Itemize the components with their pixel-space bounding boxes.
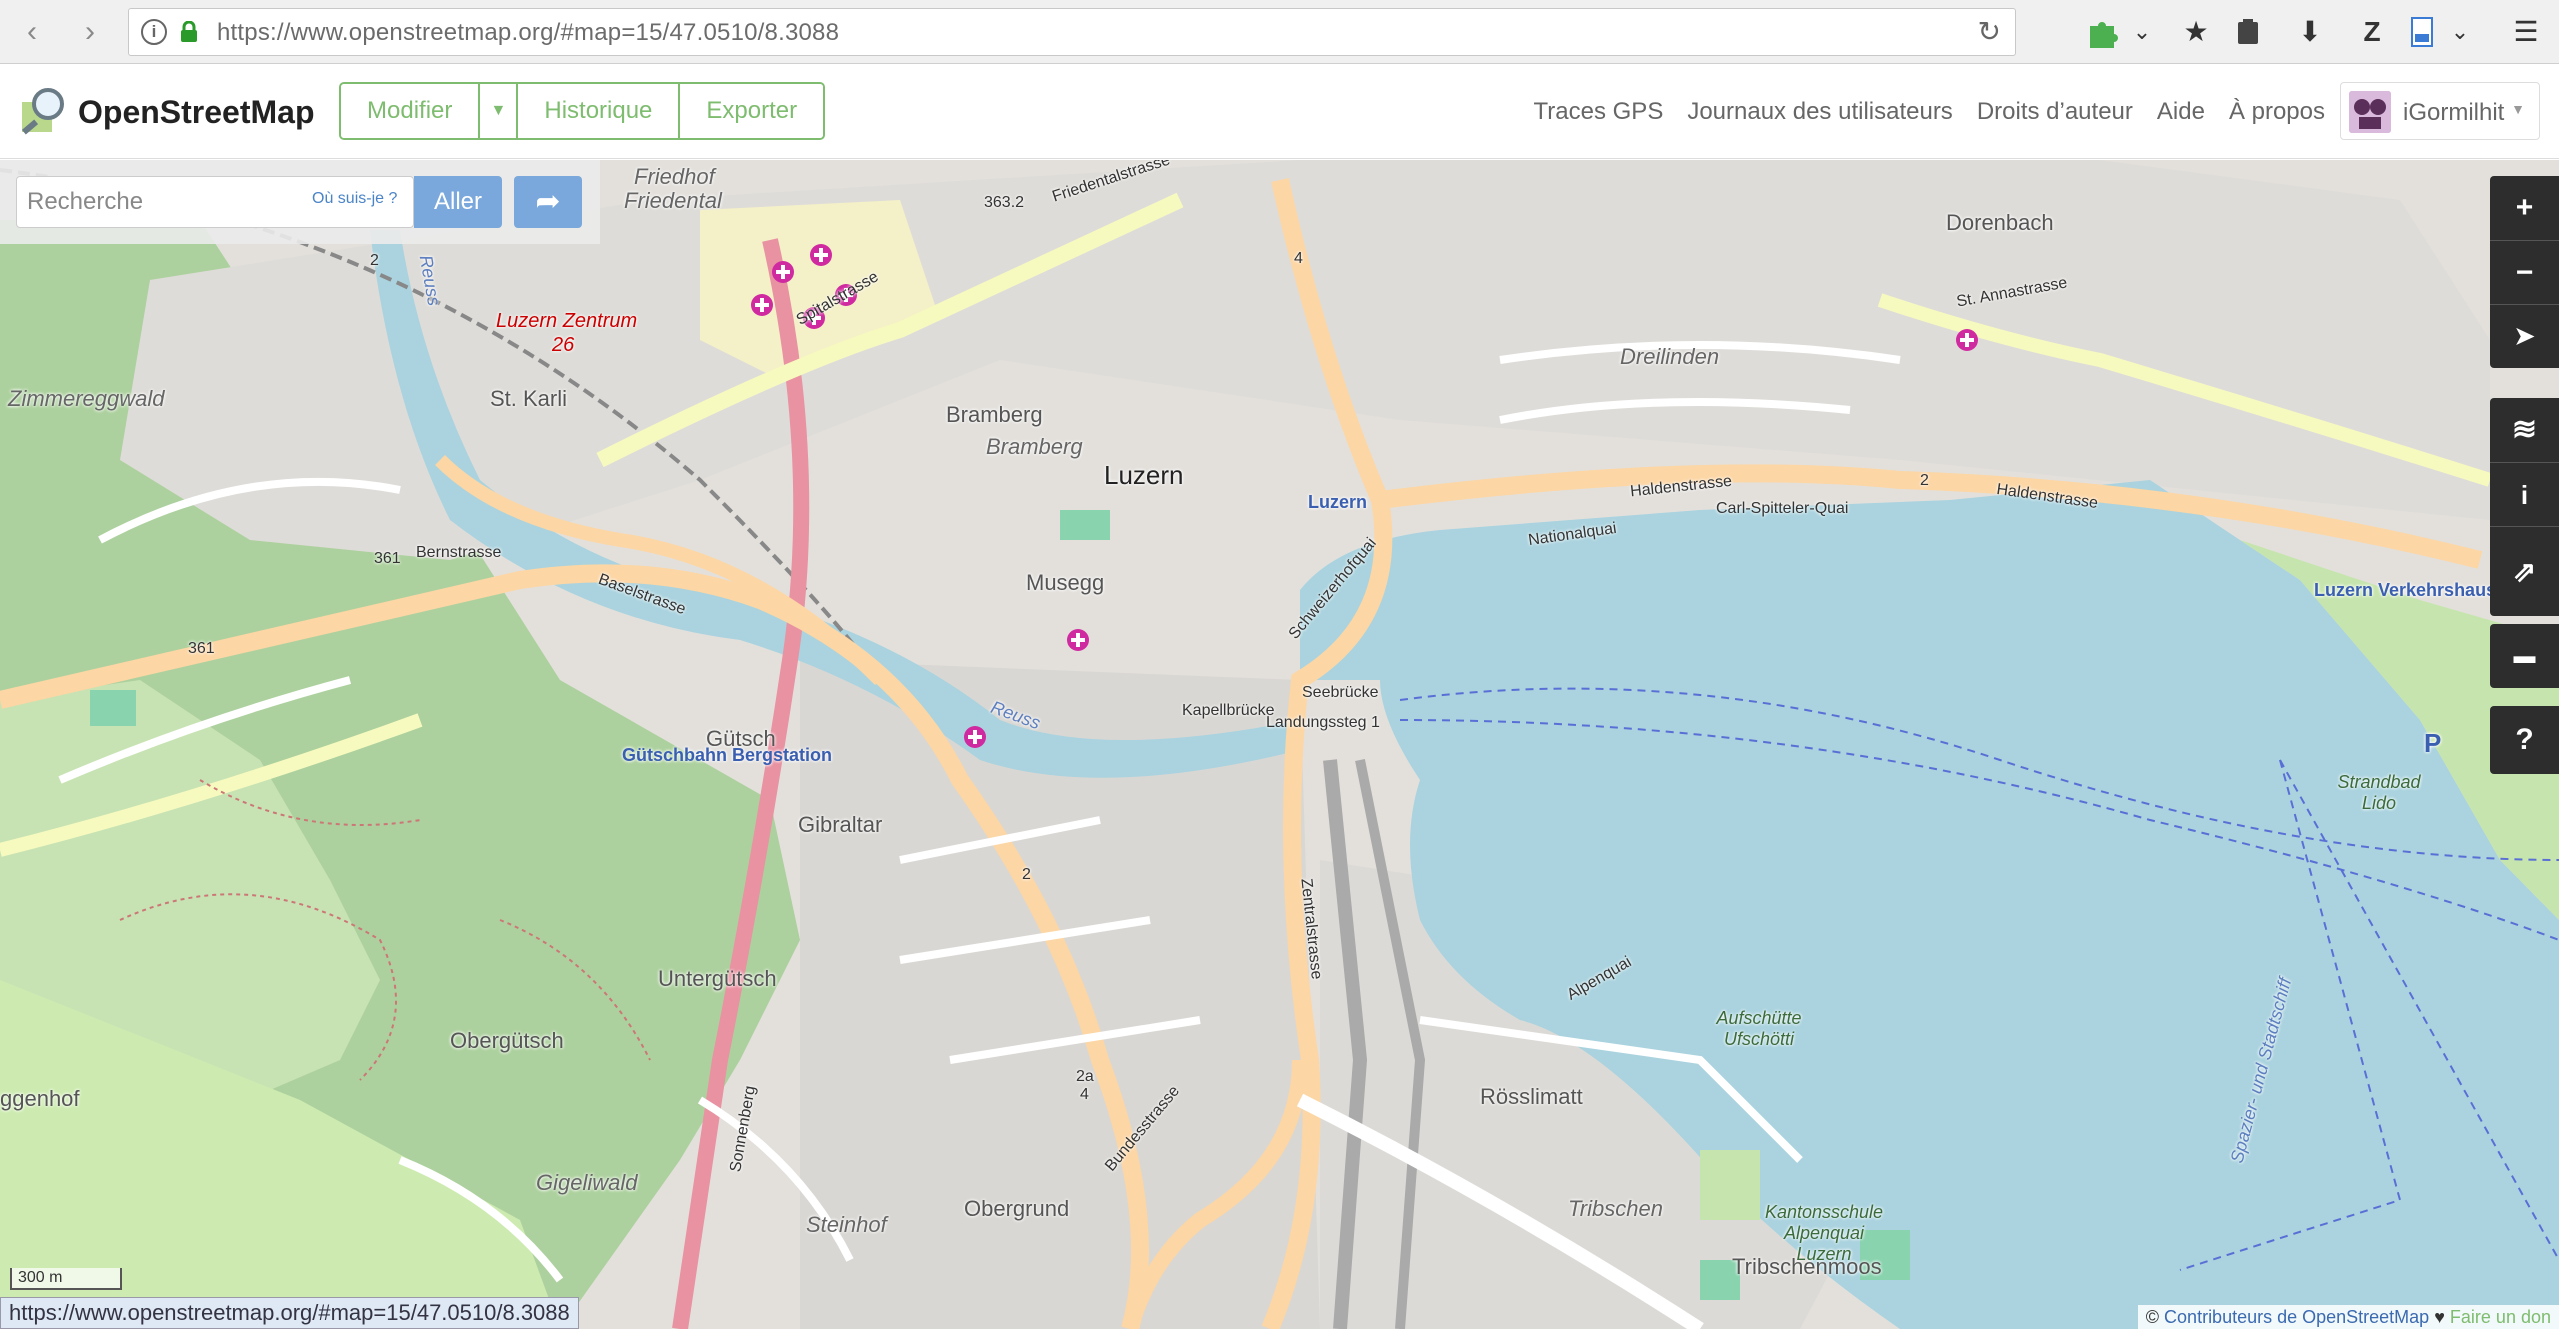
help-link[interactable]: Aide	[2157, 98, 2205, 126]
map-label-rosslimatt: Rösslimatt	[1480, 1084, 1583, 1109]
menu-icon[interactable]: ☰	[2506, 12, 2546, 52]
avatar	[2349, 91, 2391, 133]
map-label-zimmereggwald: Zimmereggwald	[8, 386, 165, 411]
directions-icon[interactable]: ➦	[514, 176, 582, 228]
map-label-obergrund: Obergrund	[964, 1196, 1070, 1221]
about-link[interactable]: À propos	[2229, 98, 2325, 126]
site-header: OpenStreetMap Modifier ▼ Historique Expo…	[0, 64, 2559, 159]
map-label-kapellbruecke: Kapellbrücke	[1182, 702, 1275, 719]
heart-icon: ♥	[2434, 1307, 2445, 1327]
map-label-ref-4-b: 4	[1080, 1086, 1089, 1103]
browser-toolbar: ‹ › i https://www.openstreetmap.org/#map…	[0, 0, 2559, 64]
brand-name[interactable]: OpenStreetMap	[78, 94, 314, 131]
donate-link[interactable]: Faire un don	[2450, 1307, 2551, 1327]
map-label-gigeliwald: Gigeliwald	[536, 1170, 638, 1195]
share-icon[interactable]: ⇗	[2490, 526, 2559, 616]
map-label-dreilinden: Dreilinden	[1620, 344, 1720, 369]
help-icon[interactable]: ?	[2490, 706, 2559, 774]
map-label-steinhof: Steinhof	[806, 1212, 887, 1237]
user-name: iGormilhit	[2403, 99, 2505, 126]
map-label-ref-2a: 2a	[1076, 1068, 1094, 1085]
url-text: https://www.openstreetmap.org/#map=15/47…	[217, 19, 840, 46]
search-panel: Recherche Où suis-je ? Aller ➦	[0, 160, 600, 244]
map-label-musegg: Musegg	[1026, 570, 1105, 595]
copyright-link[interactable]: Droits d’auteur	[1977, 98, 2133, 126]
map-attribution: © Contributeurs de OpenStreetMap ♥ Faire…	[2137, 1305, 2559, 1329]
map-label-ref-2-c: 2	[1022, 866, 1031, 883]
map-label-gibraltar: Gibraltar	[798, 812, 883, 837]
document-icon[interactable]	[2402, 12, 2442, 52]
where-am-i-link[interactable]: Où suis-je ?	[312, 190, 397, 208]
map-label-obergutsch: Obergütsch	[450, 1028, 564, 1053]
map-label-st-karli: St. Karli	[490, 386, 568, 411]
chevron-down-icon[interactable]: ⌄	[2122, 12, 2162, 52]
map-label-guetsch: Gütsch	[706, 726, 776, 751]
map-label-friedhof: Friedhof	[634, 164, 715, 189]
map-label-zentrum-number: 26	[552, 334, 575, 356]
note-icon[interactable]: ▬	[2490, 624, 2559, 688]
map-label-landungssteg: Landungssteg 1	[1266, 714, 1380, 731]
map-label-carl-spitteler: Carl-Spitteler-Quai	[1716, 500, 1849, 517]
lock-icon	[181, 21, 197, 42]
edit-dropdown-caret-icon[interactable]: ▼	[480, 84, 519, 138]
map-label-dorenbach: Dorenbach	[1946, 210, 2054, 235]
map-label-bramberg: Bramberg	[946, 402, 1043, 427]
zotero-icon[interactable]: Z	[2352, 12, 2392, 52]
layers-icon[interactable]: ≋	[2490, 398, 2559, 462]
map-label-ggenhof: ggenhof	[0, 1086, 80, 1111]
gps-traces-link[interactable]: Traces GPS	[1534, 98, 1664, 126]
map-label-strandbad: Strandbad Lido	[2337, 772, 2421, 813]
map-label-kantonsschule: Kantonsschule Alpenquai Luzern	[1764, 1202, 1884, 1264]
forward-icon[interactable]: ›	[72, 14, 108, 50]
map-label-luzern: Luzern	[1104, 460, 1184, 490]
map-label-bernstrasse: Bernstrasse	[416, 544, 502, 561]
map-label-ref-2-a: 2	[370, 252, 379, 269]
map-label-ref-363: 363.2	[984, 194, 1025, 211]
user-menu[interactable]: iGormilhit ▼	[2340, 82, 2540, 140]
map-label-luzern-station: Luzern	[1308, 492, 1368, 512]
map-label-ref-2-b: 2	[1920, 472, 1929, 489]
user-diaries-link[interactable]: Journaux des utilisateurs	[1687, 98, 1952, 126]
info-icon[interactable]: i	[141, 19, 167, 45]
chevron-down-icon: ▼	[2511, 101, 2525, 117]
map-label-ref-361-b: 361	[188, 640, 215, 657]
chevron-down-icon[interactable]: ⌄	[2440, 12, 2480, 52]
star-icon[interactable]: ★	[2176, 12, 2216, 52]
edit-button[interactable]: Modifier	[341, 84, 481, 138]
map-label-ref-4: 4	[1294, 250, 1303, 267]
copyright-symbol: ©	[2145, 1307, 2160, 1327]
map-label-seebruecke: Seebrücke	[1302, 684, 1379, 701]
extension-puzzle-icon[interactable]	[2082, 12, 2122, 52]
zoom-out-button[interactable]: −	[2490, 240, 2559, 304]
search-go-button[interactable]: Aller	[414, 176, 502, 228]
map-label-aufschuette: Aufschütte Ufschötti	[1716, 1008, 1802, 1049]
osm-logo[interactable]	[18, 86, 68, 136]
locate-icon[interactable]: ➤	[2490, 304, 2559, 368]
map-tiles[interactable]	[0, 160, 2559, 1329]
edit-button-group: Modifier ▼ Historique Exporter	[339, 82, 826, 140]
contributors-link[interactable]: Contributeurs de OpenStreetMap	[2164, 1307, 2429, 1327]
map-label-ref-361-a: 361	[374, 550, 401, 567]
map-canvas[interactable]: Luzern Luzern Luzern Verkehrshaus Gütsch…	[0, 160, 2559, 1329]
zoom-in-button[interactable]: +	[2490, 176, 2559, 240]
info-icon[interactable]: i	[2490, 462, 2559, 526]
reload-icon[interactable]: ↻	[1978, 15, 2001, 48]
map-label-bramberg-area: Bramberg	[986, 434, 1083, 459]
map-label-friedental: Friedental	[624, 188, 722, 213]
map-label-untergutsch: Untergütsch	[658, 966, 777, 991]
clipboard-icon[interactable]	[2228, 12, 2268, 52]
parking-icon: P	[2424, 728, 2442, 758]
map-scale: 300 m	[10, 1268, 122, 1290]
history-button[interactable]: Historique	[518, 84, 681, 138]
map-label-verkehrshaus: Luzern Verkehrshaus	[2314, 580, 2497, 600]
export-button[interactable]: Exporter	[680, 84, 824, 138]
map-label-luzern-zentrum: Luzern Zentrum	[496, 310, 638, 332]
map-label-tribschen: Tribschen	[1568, 1196, 1663, 1221]
address-bar[interactable]: i https://www.openstreetmap.org/#map=15/…	[128, 8, 2016, 56]
download-icon[interactable]: ⬇	[2290, 12, 2330, 52]
back-icon[interactable]: ‹	[14, 14, 50, 50]
secondary-nav: Traces GPS Journaux des utilisateurs Dro…	[1534, 98, 2325, 126]
status-bar-url: https://www.openstreetmap.org/#map=15/47…	[0, 1297, 579, 1329]
